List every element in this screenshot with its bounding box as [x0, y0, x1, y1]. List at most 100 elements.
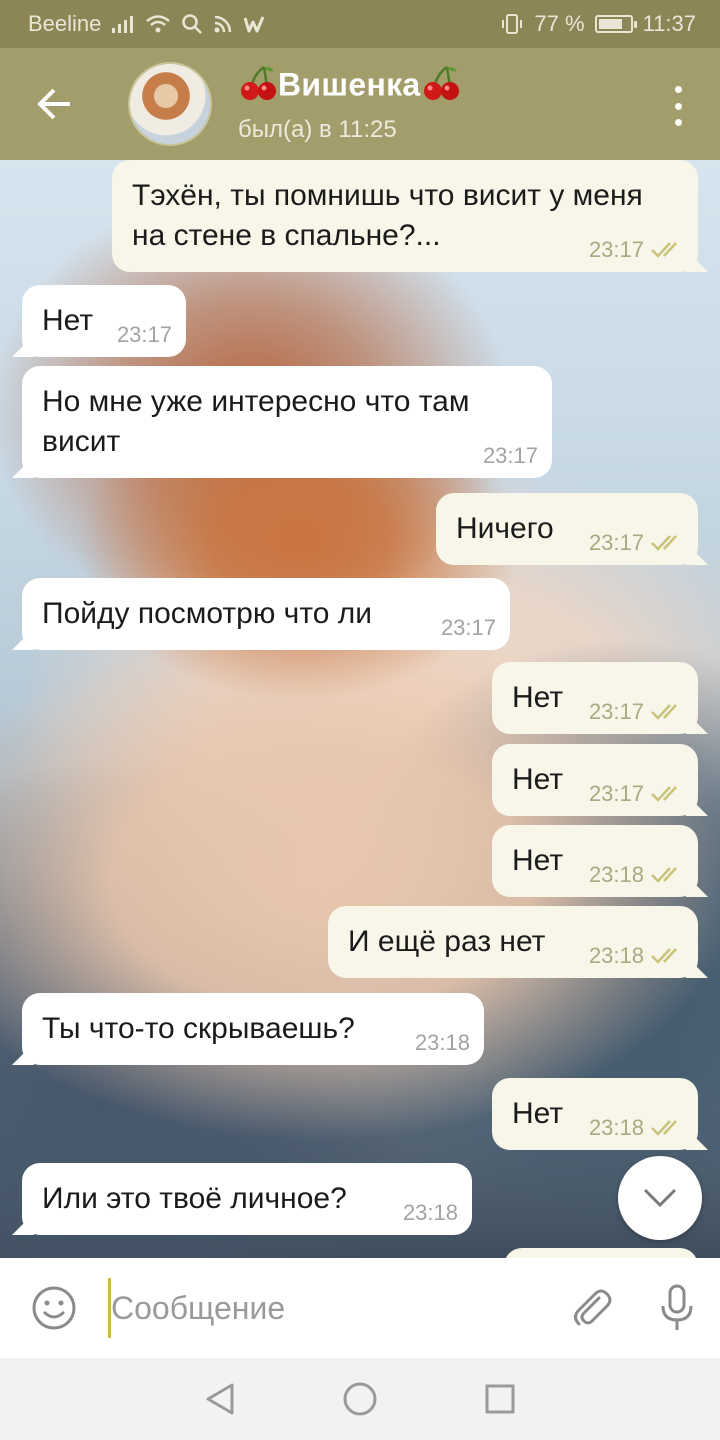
battery-percent: 77 %: [534, 11, 585, 36]
outgoing-message[interactable]: Нет 23:18: [492, 825, 708, 897]
nav-recents-button[interactable]: [470, 1369, 530, 1429]
circle-home-icon: [343, 1382, 377, 1416]
message-time: 23:17: [588, 237, 644, 262]
contact-info[interactable]: Вишенка был(а) в 11:25: [238, 64, 461, 144]
battery-icon: [594, 15, 637, 33]
message-meta: 23:18: [589, 863, 684, 887]
message-meta: 23:17: [483, 444, 538, 468]
battery-level: [598, 19, 622, 29]
bubble-tail: [686, 875, 708, 897]
wattpad-icon: [243, 14, 267, 34]
bubble-tail: [12, 1043, 34, 1065]
more-options-button[interactable]: [666, 86, 690, 126]
message-time: 23:17: [588, 699, 644, 724]
status-bar: Beeline 77 % 11:37: [0, 0, 720, 48]
outgoing-message[interactable]: Ничего 23:17: [436, 493, 708, 565]
message-text: Нет: [512, 1097, 564, 1130]
more-vertical-icon: [674, 86, 682, 93]
scroll-down-button[interactable]: [618, 1156, 702, 1240]
message-text: Но мне уже интересно что там висит: [42, 385, 470, 458]
square-recents-icon: [485, 1384, 515, 1414]
message-input[interactable]: [108, 1278, 548, 1338]
double-check-icon: [651, 786, 677, 802]
message-time: 23:17: [588, 781, 644, 806]
bubble-tail: [686, 250, 708, 272]
contact-name: Вишенка: [238, 64, 461, 110]
bubble-tail: [12, 628, 34, 650]
message-time: 23:17: [588, 530, 644, 555]
wifi-icon: [145, 14, 171, 34]
message-meta: 23:17: [117, 323, 172, 347]
message-text: Пойду посмотрю что ли: [42, 597, 372, 630]
status-right: 77 % 11:37: [500, 11, 696, 37]
incoming-message[interactable]: Нет 23:17: [12, 285, 186, 357]
message-meta: 23:17: [589, 531, 684, 555]
emoji-icon: [32, 1286, 76, 1330]
message-meta: 23:18: [589, 1116, 684, 1140]
message-text: Или это твоё личное?: [42, 1182, 347, 1215]
back-button[interactable]: [0, 48, 110, 160]
message-time: 23:18: [402, 1200, 458, 1225]
message-meta: 23:17: [589, 238, 684, 262]
message-meta: 23:17: [441, 616, 496, 640]
message-time: 23:17: [482, 443, 538, 468]
double-check-icon: [651, 704, 677, 720]
clock: 11:37: [642, 11, 696, 36]
message-text: И ещё раз нет: [348, 925, 546, 958]
message-text: Нет: [512, 681, 564, 714]
outgoing-message[interactable]: Тэхён, ты помнишь что висит у меня на ст…: [112, 160, 708, 272]
message-meta: 23:17: [589, 782, 684, 806]
rss-icon: [213, 14, 233, 34]
outgoing-message[interactable]: Нет 23:17: [492, 662, 708, 734]
system-nav-bar: [0, 1358, 720, 1440]
double-check-icon: [651, 1120, 677, 1136]
more-vertical-icon-dot: [674, 102, 682, 110]
message-meta: 23:18: [415, 1031, 470, 1055]
double-check-icon: [651, 242, 677, 258]
message-text: Ничего: [456, 512, 554, 545]
incoming-message[interactable]: Ты что-то скрываешь? 23:18: [12, 993, 484, 1065]
message-meta: 23:17: [589, 700, 684, 724]
voice-record-button[interactable]: [634, 1258, 720, 1358]
bubble-tail: [686, 543, 708, 565]
last-seen-status: был(а) в 11:25: [238, 116, 397, 143]
incoming-message[interactable]: Пойду посмотрю что ли 23:17: [12, 578, 510, 650]
message-text: Нет: [512, 763, 564, 796]
chevron-down-icon: [643, 1188, 677, 1208]
arrow-left-icon: [37, 88, 70, 120]
bubble-tail: [686, 956, 708, 978]
nav-back-button[interactable]: [190, 1369, 250, 1429]
message-meta: 23:18: [589, 944, 684, 968]
outgoing-message[interactable]: Нет 23:17: [492, 744, 708, 816]
vibrate-icon: [500, 13, 524, 35]
avatar[interactable]: [128, 62, 212, 146]
message-time: 23:17: [116, 322, 172, 347]
status-left: Beeline: [28, 11, 267, 37]
chat-header: Вишенка был(а) в 11:25: [0, 48, 720, 160]
message-time: 23:18: [588, 943, 644, 968]
search-icon: [181, 13, 203, 35]
incoming-message[interactable]: Но мне уже интересно что там висит 23:17: [12, 366, 552, 478]
bubble-tail: [686, 1128, 708, 1150]
bubble-tail: [12, 456, 34, 478]
attach-button[interactable]: [548, 1258, 634, 1358]
message-list[interactable]: Тэхён, ты помнишь что висит у меня на ст…: [0, 160, 720, 1258]
message-meta: 23:18: [403, 1201, 458, 1225]
carrier-name: Beeline: [28, 11, 102, 36]
outgoing-message[interactable]: И ещё раз нет 23:18: [328, 906, 708, 978]
double-check-icon: [651, 948, 677, 964]
double-check-icon: [651, 535, 677, 551]
bubble-tail: [12, 335, 34, 357]
message-time: 23:17: [440, 615, 496, 640]
emoji-button[interactable]: [0, 1258, 108, 1358]
contact-name-text: Вишенка: [278, 66, 421, 103]
incoming-message[interactable]: Или это твоё личное? 23:18: [12, 1163, 472, 1235]
cherry-icon: [238, 64, 278, 110]
triangle-back-icon: [206, 1383, 234, 1415]
outgoing-message[interactable]: Нет 23:18: [492, 1078, 708, 1150]
more-vertical-icon-dot: [674, 119, 682, 126]
outgoing-message-partial[interactable]: [504, 1248, 698, 1258]
nav-home-button[interactable]: [330, 1369, 390, 1429]
message-time: 23:18: [414, 1030, 470, 1055]
message-text: Нет: [42, 304, 94, 337]
